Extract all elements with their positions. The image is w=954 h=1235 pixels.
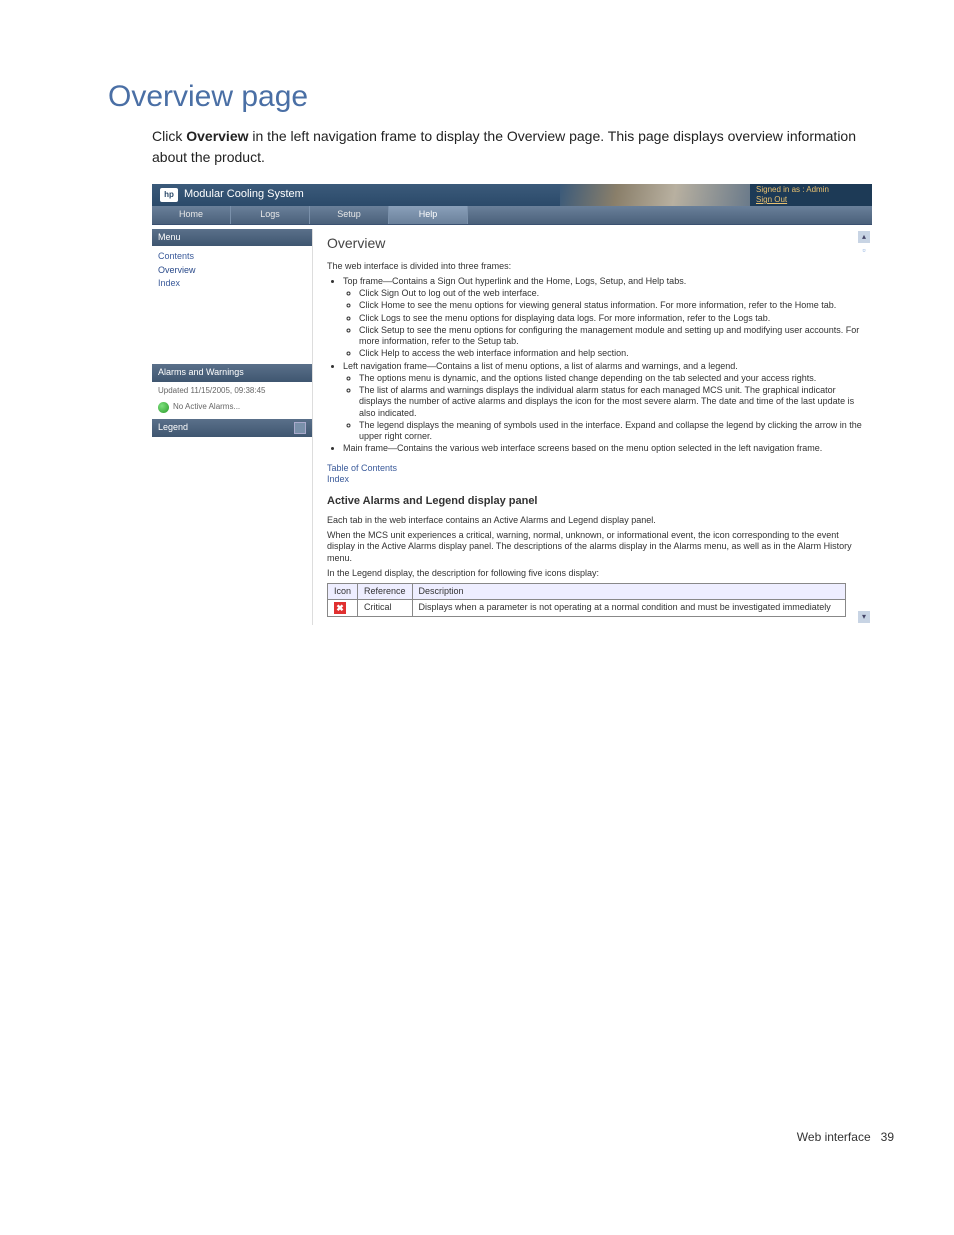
- tab-bar: Home Logs Setup Help: [152, 206, 872, 225]
- toc-link[interactable]: Table of Contents: [327, 463, 862, 474]
- left-frame-item: Left navigation frame—Contains a list of…: [343, 361, 862, 443]
- left-frame-text: Left navigation frame—Contains a list of…: [343, 361, 738, 371]
- legend-panel-header[interactable]: Legend: [152, 419, 312, 437]
- icon-legend-table: Icon Reference Description ✖ Critical Di…: [327, 583, 846, 617]
- menu-header-label: Menu: [158, 232, 181, 243]
- user-box: Signed in as : Admin Sign Out: [750, 184, 872, 206]
- tab-setup[interactable]: Setup: [310, 206, 389, 224]
- app-body: Menu Contents Overview Index Alarms and …: [152, 229, 872, 625]
- intro-pre: Click: [152, 128, 186, 144]
- legend-panel-body: [152, 437, 312, 557]
- critical-icon: ✖: [334, 602, 346, 614]
- legend-header-label: Legend: [158, 422, 188, 433]
- header-decorative-image: [560, 184, 750, 206]
- left-frame-sub-c: The legend displays the meaning of symbo…: [359, 420, 862, 443]
- top-frame-sub-d: Click Setup to see the menu options for …: [359, 325, 862, 348]
- no-alarms-label: No Active Alarms...: [173, 402, 240, 412]
- alarms-panel-header: Alarms and Warnings: [152, 364, 312, 381]
- scroll-down-icon[interactable]: ▾: [858, 611, 870, 623]
- section-p4: In the Legend display, the description f…: [327, 568, 862, 579]
- top-frame-sub-c: Click Logs to see the menu options for d…: [359, 313, 862, 324]
- frames-list: Top frame—Contains a Sign Out hyperlink …: [343, 276, 862, 455]
- top-frame-item: Top frame—Contains a Sign Out hyperlink …: [343, 276, 862, 360]
- scroll-marker-icon: ▫: [858, 245, 870, 257]
- left-frame-sub-a: The options menu is dynamic, and the opt…: [359, 373, 862, 384]
- intro-bold: Overview: [186, 128, 248, 144]
- menu-link-index[interactable]: Index: [158, 277, 306, 290]
- left-frame-sub-b: The list of alarms and warnings displays…: [359, 385, 862, 419]
- content-heading: Overview: [327, 235, 862, 253]
- main-frame-item: Main frame—Contains the various web inte…: [343, 443, 862, 454]
- tab-help[interactable]: Help: [389, 206, 468, 224]
- section-p3: When the MCS unit experiences a critical…: [327, 530, 862, 564]
- quick-links: Table of Contents Index: [327, 463, 862, 486]
- hp-logo-icon: hp: [160, 188, 178, 202]
- signed-in-label: Signed in as : Admin: [756, 185, 866, 195]
- table-header-row: Icon Reference Description: [328, 584, 846, 600]
- sign-out-link[interactable]: Sign Out: [756, 195, 787, 204]
- tab-home[interactable]: Home: [152, 206, 231, 224]
- content-intro: The web interface is divided into three …: [327, 261, 862, 272]
- menu-panel-body: Contents Overview Index: [152, 246, 312, 364]
- main-frame: ▴ ▫ ▾ Overview The web interface is divi…: [312, 229, 872, 625]
- th-reference: Reference: [358, 584, 413, 600]
- ok-status-icon: [158, 402, 169, 413]
- alarm-row[interactable]: No Active Alarms...: [158, 396, 306, 415]
- td-reference: Critical: [358, 600, 413, 617]
- th-icon: Icon: [328, 584, 358, 600]
- alarms-updated-label: Updated 11/15/2005, 09:38:45: [158, 386, 306, 396]
- scroll-up-icon[interactable]: ▴: [858, 231, 870, 243]
- alarms-header-label: Alarms and Warnings: [158, 367, 244, 378]
- td-icon: ✖: [328, 600, 358, 617]
- table-row: ✖ Critical Displays when a parameter is …: [328, 600, 846, 617]
- title-bar: hp Modular Cooling System Signed in as :…: [152, 184, 872, 206]
- th-description: Description: [412, 584, 845, 600]
- page-heading: Overview page: [108, 80, 894, 114]
- top-frame-sub-b: Click Home to see the menu options for v…: [359, 300, 862, 311]
- top-frame-text: Top frame—Contains a Sign Out hyperlink …: [343, 276, 686, 286]
- intro-paragraph: Click Overview in the left navigation fr…: [152, 126, 894, 168]
- menu-panel-header: Menu: [152, 229, 312, 246]
- page-footer: Web interface 39: [797, 1130, 894, 1144]
- section-heading-active-alarms: Active Alarms and Legend display panel: [327, 495, 862, 509]
- menu-link-overview[interactable]: Overview: [158, 264, 306, 277]
- app-screenshot: hp Modular Cooling System Signed in as :…: [152, 184, 872, 625]
- td-description: Displays when a parameter is not operati…: [412, 600, 845, 617]
- tab-logs[interactable]: Logs: [231, 206, 310, 224]
- footer-page-number: 39: [881, 1130, 894, 1144]
- top-frame-sub-a: Click Sign Out to log out of the web int…: [359, 288, 862, 299]
- footer-section: Web interface: [797, 1130, 871, 1144]
- expand-collapse-icon[interactable]: [294, 422, 306, 434]
- left-nav-frame: Menu Contents Overview Index Alarms and …: [152, 229, 312, 625]
- top-frame-sub-e: Click Help to access the web interface i…: [359, 348, 862, 359]
- app-title: Modular Cooling System: [184, 184, 304, 206]
- alarms-panel-body: Updated 11/15/2005, 09:38:45 No Active A…: [152, 382, 312, 419]
- index-link[interactable]: Index: [327, 474, 862, 485]
- section-p2: Each tab in the web interface contains a…: [327, 515, 862, 526]
- intro-post: in the left navigation frame to display …: [152, 128, 856, 165]
- menu-link-contents[interactable]: Contents: [158, 250, 306, 263]
